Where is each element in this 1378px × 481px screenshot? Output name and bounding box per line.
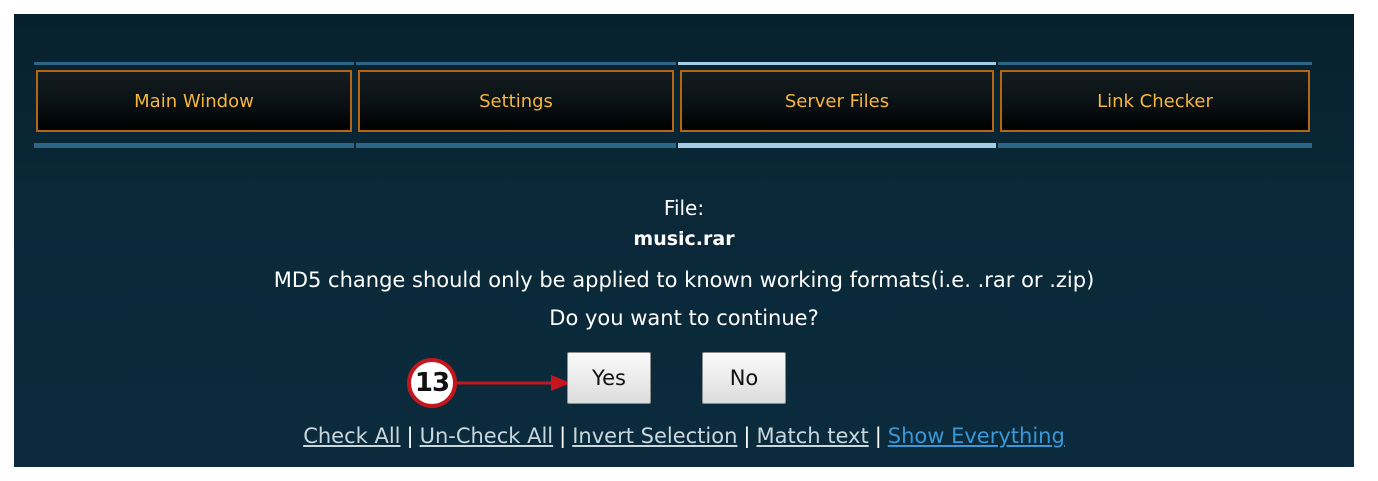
continue-question: Do you want to continue? (549, 306, 819, 330)
yes-button[interactable]: Yes (567, 352, 651, 404)
match-text-link[interactable]: Match text (756, 424, 868, 448)
show-everything-link[interactable]: Show Everything (888, 424, 1065, 448)
tab-settings[interactable]: Settings (356, 62, 676, 148)
tab-link-checker[interactable]: Link Checker (998, 62, 1312, 148)
tab-link-checker-label[interactable]: Link Checker (1000, 70, 1310, 132)
link-separator: | (406, 424, 414, 448)
step-callout-badge: 13 (407, 358, 457, 408)
callout-arrow-icon (455, 375, 571, 391)
tab-main-window[interactable]: Main Window (34, 62, 354, 148)
check-all-link[interactable]: Check All (303, 424, 400, 448)
file-label: File: (663, 196, 705, 220)
tab-top-line (678, 62, 996, 65)
tab-bottom-line (678, 143, 996, 148)
tab-top-line (998, 62, 1312, 65)
invert-selection-link[interactable]: Invert Selection (572, 424, 737, 448)
tab-top-line (356, 62, 676, 65)
no-button[interactable]: No (702, 352, 786, 404)
tab-bottom-line (998, 143, 1312, 148)
file-name: music.rar (633, 228, 735, 250)
tab-server-files[interactable]: Server Files (678, 62, 996, 148)
tab-top-line (34, 62, 354, 65)
md5-warning-text: MD5 change should only be applied to kno… (273, 268, 1095, 292)
tab-bottom-line (34, 143, 354, 148)
tab-server-files-label[interactable]: Server Files (680, 70, 994, 132)
tab-bottom-line (356, 143, 676, 148)
selection-links: Check All | Un-Check All | Invert Selection |… (14, 424, 1354, 448)
tab-bar: Main Window Settings Server Files Link C… (34, 62, 1312, 148)
link-separator: | (559, 424, 567, 448)
link-separator: | (874, 424, 882, 448)
uncheck-all-link[interactable]: Un-Check All (420, 424, 554, 448)
tab-main-window-label[interactable]: Main Window (36, 70, 352, 132)
tab-settings-label[interactable]: Settings (358, 70, 674, 132)
link-separator: | (743, 424, 751, 448)
